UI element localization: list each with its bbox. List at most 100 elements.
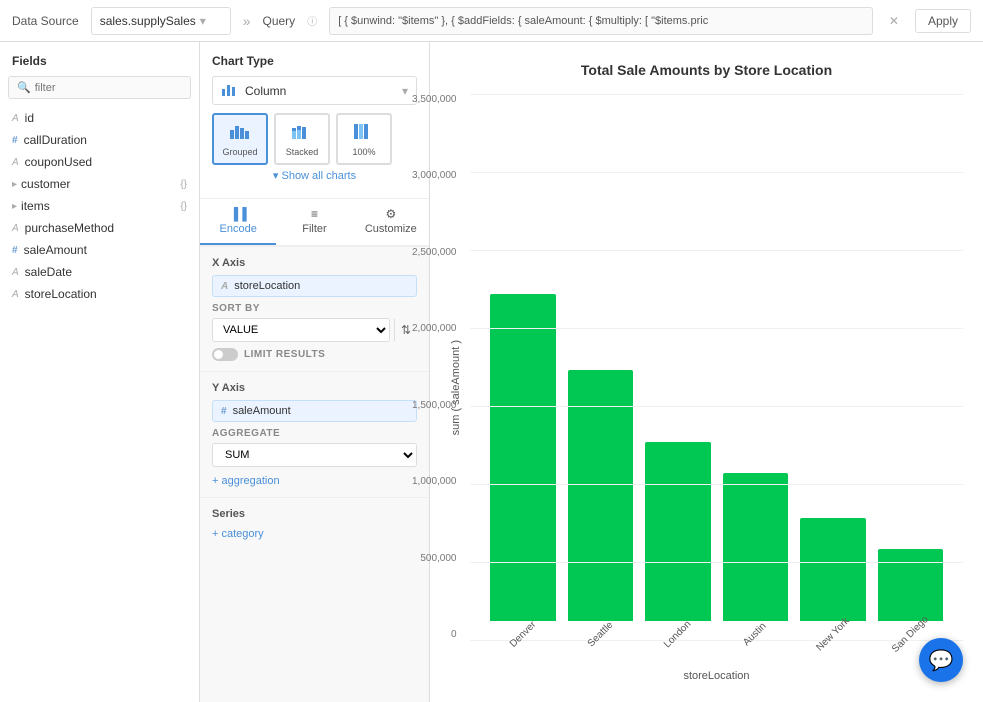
field-braces-icon: {} [180,201,187,212]
encode-tab-encode[interactable]: ▐▐Encode [200,199,276,245]
query-info-icon: ⓘ [307,13,317,28]
aggregate-dropdown[interactable]: SUMAVGMINMAXCOUNT [213,444,416,466]
field-name: saleAmount [24,243,187,257]
chart-inner: 3,500,0003,000,0002,500,0002,000,0001,50… [470,94,963,682]
tab-label: Encode [220,223,257,235]
tab-label: Filter [302,223,326,235]
query-label: Query [263,14,296,28]
field-item[interactable]: ApurchaseMethod [0,217,199,239]
chart-variant-stacked[interactable]: Stacked [274,113,330,165]
apply-button[interactable]: Apply [915,9,971,33]
fields-sidebar: Fields 🔍 Aid # callDuration AcouponUsed ▸ cus… [0,42,200,702]
field-braces-icon: {} [180,179,187,190]
y-axis-field-type-icon: # [221,406,227,417]
aggregate-select[interactable]: SUMAVGMINMAXCOUNT [212,443,417,467]
sort-select[interactable]: VALUELABELCOUNT [212,318,390,342]
y-axis-field[interactable]: # saleAmount [212,400,417,422]
sort-dropdown[interactable]: VALUELABELCOUNT [213,319,389,341]
chart-type-section: Chart Type Column ▾ GroupedStacked100% ▾… [200,42,429,199]
chart-variant-100%[interactable]: 100% [336,113,392,165]
chart-plot-area: 3,500,0003,000,0002,500,0002,000,0001,50… [470,94,963,640]
query-clear-icon[interactable]: ✕ [885,14,903,28]
field-name: customer [21,177,176,191]
bar[interactable] [568,370,634,621]
field-item[interactable]: ▸ customer {} [0,173,199,195]
limit-results-label: LIMIT RESULTS [244,349,325,360]
series-section: Series + category [200,498,429,550]
chart-variant-icon [291,122,313,145]
field-item[interactable]: AstoreLocation [0,283,199,305]
add-category-link[interactable]: + category [212,528,264,540]
fields-list: Aid#callDurationAcouponUsed▸customer{}▸i… [0,107,199,305]
field-name: couponUsed [25,155,187,169]
bar[interactable] [800,518,866,621]
filter-input[interactable] [35,82,182,94]
datasource-select[interactable]: sales.supplySales ▾ [91,7,231,35]
chart-type-arrow-icon: ▾ [402,84,408,98]
field-type-letter-icon: A [12,113,19,124]
x-axis-field[interactable]: A storeLocation [212,275,417,297]
y-axis-field-name: saleAmount [233,405,291,417]
chart-variant-grouped[interactable]: Grouped [212,113,268,165]
fields-title: Fields [0,54,199,76]
chart-variant-label: Stacked [286,147,319,157]
encode-tab-filter[interactable]: ≡ Filter [276,199,352,245]
field-item[interactable]: Aid [0,107,199,129]
encode-tab-customize[interactable]: ⚙Customize [353,199,429,245]
encode-section: ▐▐Encode ≡ Filter ⚙Customize [200,199,429,247]
top-bar: Data Source sales.supplySales ▾ » Query … [0,0,983,42]
field-name: saleDate [25,265,187,279]
bar-x-label: Seattle [585,620,615,650]
bar[interactable] [878,549,944,621]
expand-icon: ▸ [12,201,17,212]
datasource-arrow-icon: ▾ [200,14,206,28]
arrow-icon[interactable]: » [243,13,251,29]
tab-icon: ≡ [311,207,318,221]
field-item[interactable]: AcouponUsed [0,151,199,173]
bar-group: Austin [723,473,789,640]
field-item[interactable]: ▸items{} [0,195,199,217]
expand-icon: ▸ [12,179,17,190]
bar-group: Seattle [568,370,634,640]
chat-button[interactable]: 💬 [919,638,963,682]
chart-title: Total Sale Amounts by Store Location [581,62,832,78]
chart-type-name: Column [245,84,394,98]
field-item[interactable]: AsaleDate [0,261,199,283]
add-aggregation-link[interactable]: + aggregation [212,475,280,487]
chart-variant-icon [353,122,375,145]
bar-group: Denver [490,294,556,640]
x-axis-section: X Axis A storeLocation SORT BY VALUELABE… [200,247,429,372]
bar-x-label: Austin [742,621,769,648]
column-chart-icon [221,81,237,100]
filter-input-wrapper[interactable]: 🔍 [8,76,191,99]
field-item[interactable]: #saleAmount [0,239,199,261]
tab-icon: ⚙ [385,207,396,221]
chart-container: sum ( saleAmount ) 3,500,0003,000,0002,5… [450,94,963,682]
x-axis-field-type-icon: A [221,281,228,292]
bar[interactable] [645,442,711,621]
query-input[interactable] [329,7,873,35]
chart-variant-icon [229,122,251,145]
field-type-hash-icon: # [12,135,18,146]
x-axis-title: X Axis [212,257,417,269]
x-axis-label: storeLocation [470,670,963,682]
y-axis-label: sum ( saleAmount ) [450,340,462,435]
y-axis-title: Y Axis [212,382,417,394]
field-name: purchaseMethod [25,221,187,235]
chart-variants: Grouped Stacked 100% [212,113,417,165]
limit-toggle[interactable] [212,348,238,361]
chart-area: Total Sale Amounts by Store Location sum… [430,42,983,702]
sort-direction-button[interactable]: ⇅ [394,319,417,341]
field-item[interactable]: # callDuration [0,129,199,151]
show-all-charts[interactable]: ▾ Show all charts [212,165,417,186]
field-type-letter-icon: A [12,289,19,300]
field-name: callDuration [24,133,187,147]
main-layout: Fields 🔍 Aid # callDuration AcouponUsed ▸ cus… [0,42,983,702]
bars-container: Denver Seattle London Austin New York Sa… [470,240,963,640]
bar[interactable] [490,294,556,621]
chart-variant-label: 100% [352,147,375,157]
bar[interactable] [723,473,789,621]
x-axis-field-name: storeLocation [234,280,300,292]
chart-type-select[interactable]: Column ▾ [212,76,417,105]
gridline [470,172,963,173]
